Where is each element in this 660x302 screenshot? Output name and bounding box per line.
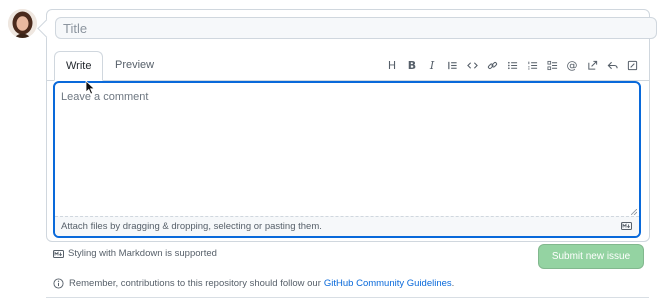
- community-guidelines-link[interactable]: GitHub Community Guidelines: [324, 278, 452, 289]
- comment-editor: Attach files by dragging & dropping, sel…: [53, 81, 641, 238]
- quote-icon: [447, 61, 457, 69]
- bold-button[interactable]: B: [402, 57, 422, 73]
- fullscreen-button[interactable]: [622, 57, 642, 73]
- resize-grip-icon[interactable]: [631, 209, 637, 215]
- cross-reference-button[interactable]: [582, 57, 602, 73]
- attach-files-text: Attach files by dragging & dropping, sel…: [61, 221, 322, 232]
- title-input[interactable]: [55, 17, 657, 39]
- bulleted-list-button[interactable]: [502, 57, 522, 73]
- unordered-list-icon: [507, 61, 517, 69]
- attach-files-bar[interactable]: Attach files by dragging & dropping, sel…: [55, 216, 639, 236]
- task-list-button[interactable]: [542, 57, 562, 73]
- divider: [46, 297, 649, 298]
- tab-preview[interactable]: Preview: [104, 51, 165, 80]
- form-footer: Styling with Markdown is supported Submi…: [53, 244, 644, 269]
- link-icon: [487, 61, 497, 69]
- mouse-cursor-icon: [85, 80, 96, 95]
- guidelines-note: Remember, contributions to this reposito…: [53, 278, 454, 289]
- markdown-support-text: Styling with Markdown is supported: [68, 248, 217, 259]
- submit-new-issue-button[interactable]: Submit new issue: [538, 244, 644, 269]
- ordered-list-icon: [527, 61, 537, 69]
- markdown-icon: [621, 222, 632, 230]
- mention-button[interactable]: @: [562, 57, 582, 73]
- cross-reference-icon: [587, 60, 597, 70]
- quote-button[interactable]: [442, 57, 462, 73]
- form-pointer: [37, 19, 56, 38]
- markdown-support-note[interactable]: Styling with Markdown is supported: [53, 248, 217, 259]
- guidelines-prefix: Remember, contributions to this reposito…: [69, 278, 321, 289]
- link-button[interactable]: [482, 57, 502, 73]
- numbered-list-button[interactable]: [522, 57, 542, 73]
- info-icon: [53, 278, 64, 289]
- markdown-toolbar: H B I @: [382, 57, 642, 73]
- code-button[interactable]: [462, 57, 482, 73]
- avatar[interactable]: [8, 9, 37, 38]
- avatar-image: [8, 9, 37, 38]
- markdown-icon: [53, 249, 64, 258]
- saved-reply-button[interactable]: [602, 57, 622, 73]
- reply-icon: [607, 61, 618, 69]
- heading-button[interactable]: H: [382, 57, 402, 73]
- new-issue-form: Write Preview H B I: [37, 9, 657, 242]
- code-icon: [466, 61, 478, 69]
- italic-button[interactable]: I: [422, 57, 442, 73]
- tab-write[interactable]: Write: [54, 51, 104, 81]
- comment-textarea[interactable]: [55, 83, 639, 219]
- editor-tabbar: Write Preview H B I @: [47, 51, 649, 81]
- fullscreen-icon: [627, 60, 637, 70]
- tasklist-icon: [547, 60, 557, 70]
- guidelines-suffix: .: [451, 278, 455, 289]
